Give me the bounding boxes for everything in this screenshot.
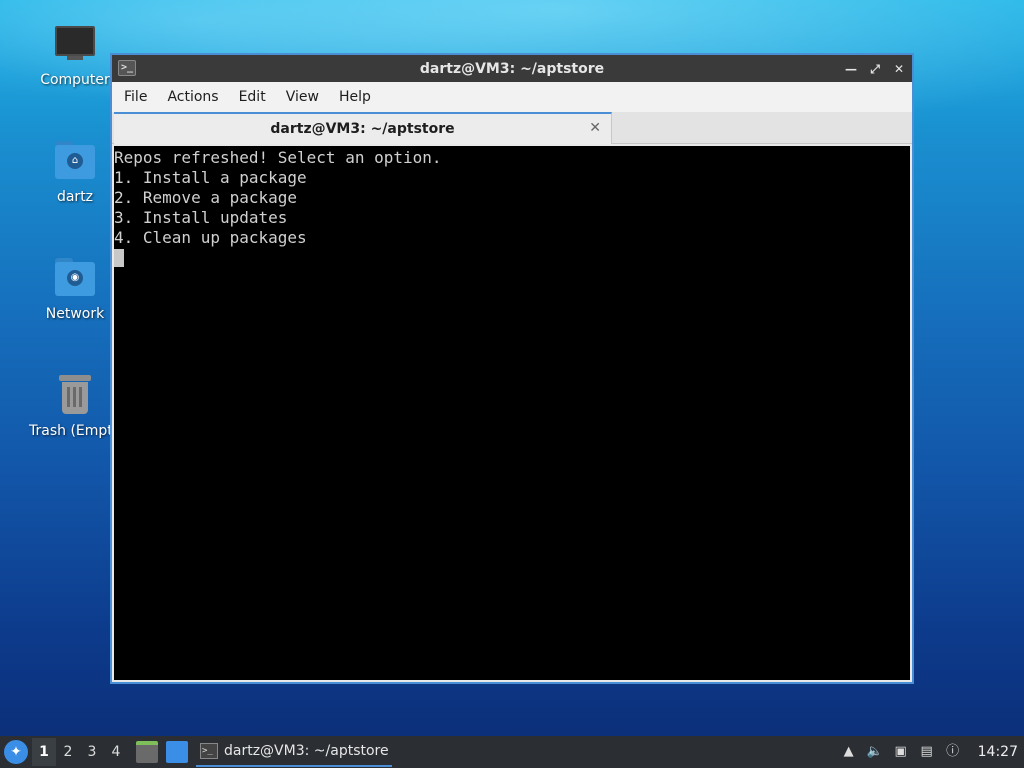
desktop-icon-label: Network	[45, 306, 105, 322]
close-button[interactable]: ✕	[892, 62, 906, 76]
terminal-app-icon: >_	[118, 60, 136, 76]
workspace-3[interactable]: 3	[80, 744, 104, 760]
trash-icon	[53, 373, 97, 417]
computer-icon	[53, 22, 97, 66]
desktop-icon-label: Trash (Empty)	[29, 423, 110, 439]
network-icon[interactable]: ▣	[892, 743, 910, 761]
start-menu-icon[interactable]: ✦	[4, 740, 28, 764]
tab-label: dartz@VM3: ~/aptstore	[270, 121, 455, 137]
show-desktop-icon[interactable]	[166, 741, 188, 763]
network-folder-icon: ◉	[53, 256, 97, 300]
taskbar-task-terminal[interactable]: >_ dartz@VM3: ~/aptstore	[196, 737, 392, 767]
terminal-line: 2. Remove a package	[114, 188, 298, 207]
menu-actions[interactable]: Actions	[157, 89, 228, 105]
terminal-prompt-line	[114, 248, 910, 268]
desktop-icon-trash[interactable]: Trash (Empty)	[20, 373, 110, 439]
minimize-button[interactable]: —	[844, 62, 858, 76]
file-manager-icon[interactable]	[136, 741, 158, 763]
tray-arrow-icon[interactable]: ▲	[840, 743, 858, 761]
terminal-cursor	[114, 249, 124, 267]
window-title: dartz@VM3: ~/aptstore	[419, 60, 605, 77]
terminal-line: Repos refreshed! Select an option.	[114, 148, 442, 167]
tab-close-icon[interactable]: ✕	[589, 120, 601, 136]
system-tray: ▲ 🔈 ▣ ▤ ⓘ 14:27	[840, 736, 1024, 768]
window-titlebar[interactable]: >_ dartz@VM3: ~/aptstore — ⤢ ✕	[112, 55, 912, 82]
terminal-line: 1. Install a package	[114, 168, 307, 187]
menu-edit[interactable]: Edit	[229, 89, 276, 105]
home-folder-icon: ⌂	[53, 139, 97, 183]
terminal-output[interactable]: Repos refreshed! Select an option. 1. In…	[114, 146, 910, 680]
menu-file[interactable]: File	[114, 89, 157, 105]
notification-icon[interactable]: ⓘ	[944, 743, 962, 761]
volume-icon[interactable]: 🔈	[866, 743, 884, 761]
menu-help[interactable]: Help	[329, 89, 381, 105]
terminal-line: 3. Install updates	[114, 208, 288, 227]
task-label: dartz@VM3: ~/aptstore	[224, 743, 389, 759]
workspace-1[interactable]: 1	[32, 738, 56, 766]
workspace-2[interactable]: 2	[56, 744, 80, 760]
desktop-icon-label: dartz	[56, 189, 94, 205]
terminal-window: >_ dartz@VM3: ~/aptstore — ⤢ ✕ File Acti…	[110, 53, 914, 684]
taskbar: ✦ 1 2 3 4 >_ dartz@VM3: ~/aptstore ▲ 🔈 ▣…	[0, 736, 1024, 768]
menu-view[interactable]: View	[276, 89, 329, 105]
clipboard-icon[interactable]: ▤	[918, 743, 936, 761]
maximize-button[interactable]: ⤢	[868, 62, 882, 76]
terminal-line: 4. Clean up packages	[114, 228, 307, 247]
desktop-icon-label: Computer	[40, 72, 110, 88]
clock[interactable]: 14:27	[978, 744, 1018, 760]
workspace-4[interactable]: 4	[104, 744, 128, 760]
menubar: File Actions Edit View Help	[112, 82, 912, 112]
terminal-task-icon: >_	[200, 743, 218, 759]
tab-bar: dartz@VM3: ~/aptstore ✕	[112, 112, 912, 144]
terminal-tab[interactable]: dartz@VM3: ~/aptstore ✕	[114, 112, 612, 144]
